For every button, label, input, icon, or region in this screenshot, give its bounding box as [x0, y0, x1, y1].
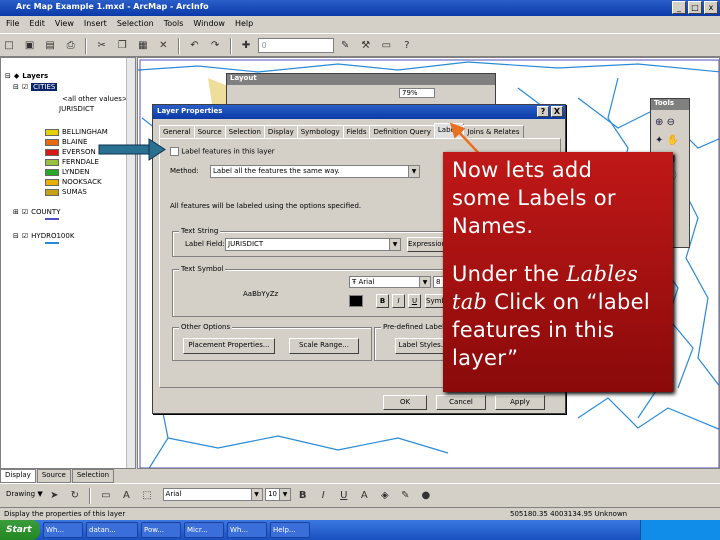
status-message: Display the properties of this layer — [4, 510, 126, 518]
taskbar-item[interactable]: Micr... — [184, 522, 224, 538]
select-elements-icon[interactable]: ➤ — [46, 488, 62, 504]
chevron-down-icon[interactable]: ▼ — [279, 489, 291, 500]
draw-size-value: 10 — [268, 490, 278, 498]
blue-arrow — [98, 138, 166, 161]
taskbar-item[interactable]: Help... — [270, 522, 310, 538]
fill-color-icon[interactable]: ◈ — [377, 488, 393, 504]
drawing-toolbar: Drawing ▼ ➤ ↻ ▭ A ⬚ Arial ▼ 10 ▼ B I U A ◈… — [0, 483, 720, 507]
taskbar-item[interactable]: datan... — [86, 522, 138, 538]
line-color-icon[interactable]: ✎ — [397, 488, 413, 504]
callout-line: layer” — [452, 346, 519, 370]
callout-emphasis: tab — [452, 290, 488, 314]
callout-line: some Labels or — [452, 186, 616, 210]
callout-line: tab Click on “label — [452, 288, 673, 316]
edit-vertices-icon[interactable]: ⬚ — [139, 488, 155, 504]
font-color-icon[interactable]: A — [356, 488, 372, 504]
draw-font-dropdown[interactable]: Arial ▼ — [162, 488, 263, 501]
chevron-down-icon[interactable]: ▼ — [250, 489, 262, 500]
callout-line: Under the Lables — [452, 260, 673, 288]
callout-line: features in this — [452, 318, 615, 342]
start-button[interactable]: Start — [0, 520, 40, 540]
callout-line: Now lets add — [452, 158, 593, 182]
status-bar: Display the properties of this layer 505… — [0, 507, 720, 520]
drawing-menu[interactable]: Drawing ▼ — [6, 490, 43, 498]
marker-color-icon[interactable]: ● — [418, 488, 434, 504]
taskbar-item[interactable]: Wh... — [227, 522, 267, 538]
draw-italic-button[interactable]: I — [315, 488, 331, 504]
text-tool-icon[interactable]: A — [118, 488, 134, 504]
callout-line: Names. — [452, 214, 534, 238]
taskbar: Start Wh... datan... Pow... Micr... Wh..… — [0, 520, 720, 540]
rotate-icon[interactable]: ↻ — [67, 488, 83, 504]
instruction-callout: Now lets add some Labels or Names. Under… — [443, 152, 673, 392]
system-tray — [640, 520, 720, 540]
taskbar-item[interactable]: Pow... — [141, 522, 181, 538]
draw-size-dropdown[interactable]: 10 ▼ — [265, 488, 292, 501]
callout-text: Click on “label — [487, 290, 651, 314]
draw-bold-button[interactable]: B — [295, 488, 311, 504]
callout-text: Under the — [452, 262, 567, 286]
status-coordinates: 505180.35 4003134.95 Unknown — [510, 510, 628, 518]
toolbar-separator — [89, 488, 92, 504]
draw-font-value: Arial — [165, 490, 182, 498]
rectangle-icon[interactable]: ▭ — [98, 488, 114, 504]
draw-underline-button[interactable]: U — [336, 488, 352, 504]
callout-emphasis: Lables — [566, 262, 639, 286]
taskbar-item[interactable]: Wh... — [43, 522, 83, 538]
